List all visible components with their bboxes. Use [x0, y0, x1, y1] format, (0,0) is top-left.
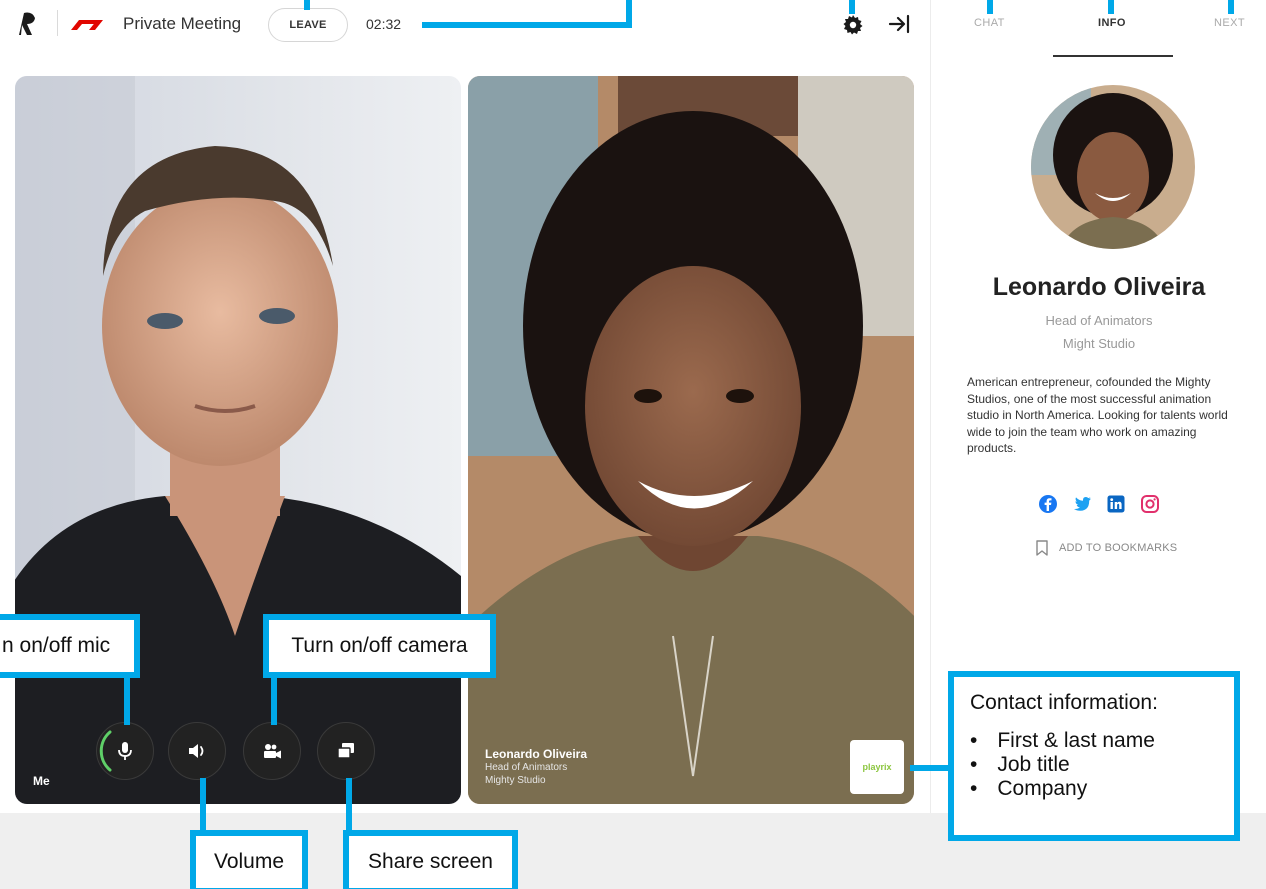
callout-share-screen: Share screen [343, 830, 518, 889]
profile-name: Leonardo Oliveira [992, 273, 1206, 301]
twitter-icon[interactable] [1072, 494, 1092, 514]
linkedin-icon[interactable] [1106, 494, 1126, 514]
contact-item: Company [970, 777, 1218, 801]
sponsor-logo: playrix [850, 740, 904, 794]
callout-line-settings [849, 0, 855, 14]
callout-line-leave [304, 0, 310, 10]
contact-callout-title: Contact information: [970, 691, 1158, 714]
guest-name: Leonardo Oliveira [485, 747, 588, 761]
profile-role: Head of Animators [1045, 313, 1153, 328]
social-links [931, 494, 1266, 514]
collapse-panel-icon[interactable] [888, 14, 910, 34]
callout-line-volume [200, 778, 206, 834]
callout-line-mic [124, 675, 130, 725]
callout-line-next [1228, 0, 1234, 14]
leave-button[interactable]: LEAVE [268, 8, 348, 42]
callout-contact-info: Contact information: First & last name J… [948, 671, 1240, 841]
contact-item: First & last name [970, 729, 1218, 753]
instagram-icon[interactable] [1140, 494, 1160, 514]
camera-toggle-button[interactable] [243, 722, 301, 780]
share-screen-icon [337, 743, 354, 759]
callout-line-contact [910, 765, 952, 771]
guest-name-overlay: Leonardo Oliveira Head of Animators Migh… [485, 747, 587, 787]
mic-toggle-button[interactable] [96, 722, 154, 780]
active-tab-indicator [1053, 55, 1173, 57]
share-screen-button[interactable] [317, 722, 375, 780]
self-video-feed [15, 76, 461, 804]
bookmark-icon [1036, 540, 1048, 556]
callout-line-chat [987, 0, 993, 14]
microphone-icon [118, 742, 132, 760]
tab-chat[interactable]: CHAT [974, 17, 1005, 29]
callout-volume: Volume [190, 830, 308, 889]
callout-line-timer-up [626, 0, 632, 28]
guest-video-feed [468, 76, 914, 804]
video-camera-icon [264, 744, 281, 759]
guest-role: Head of Animators [485, 762, 568, 773]
callout-line-share [346, 778, 352, 834]
profile-company: Might Studio [1062, 336, 1136, 351]
header-divider [57, 10, 58, 36]
facebook-icon[interactable] [1038, 494, 1058, 514]
guest-company: Mighty Studio [485, 775, 546, 786]
profile-bio: American entrepreneur, cofounded the Mig… [967, 375, 1228, 455]
tab-next[interactable]: NEXT [1214, 17, 1245, 29]
avatar [1031, 85, 1195, 249]
contact-item: Job title [970, 753, 1218, 777]
gear-icon[interactable] [843, 15, 863, 35]
speaker-icon [189, 744, 204, 758]
tab-info[interactable]: INFO [1098, 17, 1126, 29]
callout-line-camera [271, 675, 277, 725]
self-video-tile: Me [15, 76, 461, 804]
self-name-label: Me [33, 774, 50, 788]
contact-callout-list: First & last name Job title Company [970, 729, 1218, 801]
f1-logo-icon [71, 20, 103, 30]
guest-video-tile: Leonardo Oliveira Head of Animators Migh… [468, 76, 914, 804]
callout-line-timer [422, 22, 632, 28]
callout-mic: n on/off mic [0, 614, 140, 678]
app-logo-icon[interactable] [10, 8, 42, 40]
bookmark-label: ADD TO BOOKMARKS [1059, 542, 1178, 554]
add-to-bookmarks-button[interactable]: ADD TO BOOKMARKS [1035, 540, 1177, 556]
callout-camera: Turn on/off camera [263, 614, 496, 678]
meeting-title: Private Meeting [123, 14, 242, 33]
volume-button[interactable] [168, 722, 226, 780]
meeting-timer: 02:32 [366, 16, 402, 32]
callout-line-info [1108, 0, 1114, 14]
